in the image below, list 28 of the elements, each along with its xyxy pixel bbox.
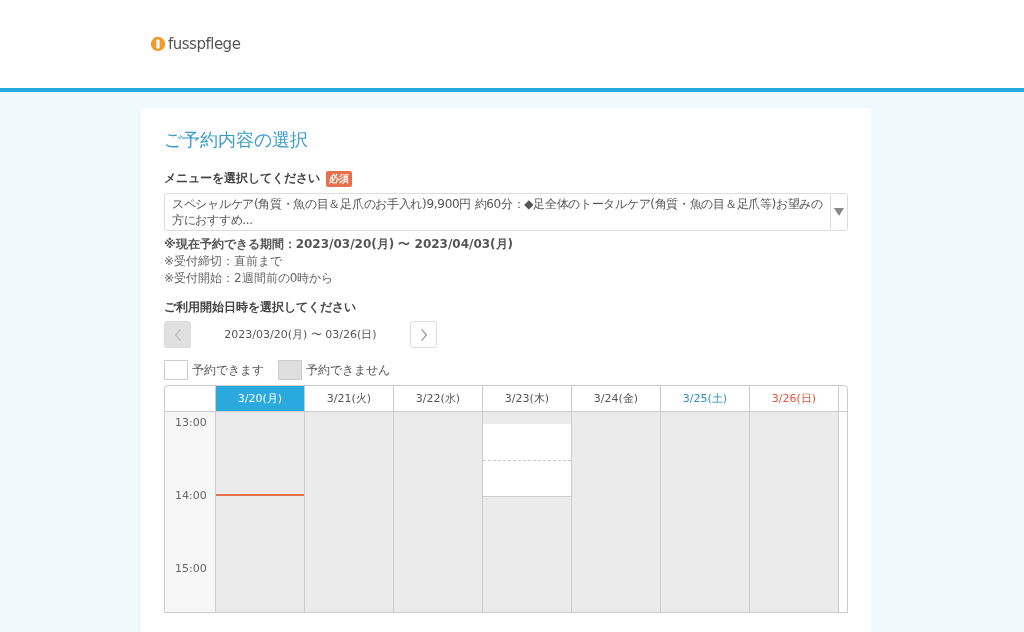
day-header[interactable]: 3/24(金): [572, 386, 661, 411]
time-label: 14:00: [174, 489, 208, 504]
note-text: ※現在予約できる期間：2023/03/20(月) 〜 2023/04/03(月): [164, 236, 515, 253]
menu-select[interactable]: スペシャルケア(角質・魚の目＆足爪のお手入れ)9,900円 約60分：◆足全体のトータルケア(角質・魚の目＆足爪等)お望みの方におすすめ...: [164, 193, 848, 231]
foot-logo-icon: [150, 36, 166, 52]
date-range: 2023/03/20(月) 〜 03/26(日): [223, 327, 378, 342]
available-slot[interactable]: [483, 424, 571, 460]
chevron-left-icon: [173, 327, 182, 342]
available-slot[interactable]: [483, 460, 571, 496]
date-label: ご利用開始日時を選択してください: [164, 299, 357, 316]
legend-label: 予約できません: [306, 361, 390, 379]
day-header[interactable]: 3/26(日): [750, 386, 839, 411]
note-text: ※受付締切：直前まで: [164, 253, 284, 270]
page-title: ご予約内容の選択: [164, 128, 309, 152]
day-header[interactable]: 3/23(木): [483, 386, 572, 411]
next-week-button[interactable]: [410, 321, 437, 348]
required-badge: 必須: [326, 170, 352, 187]
day-header[interactable]: 3/25(土): [661, 386, 750, 411]
time-label: 13:00: [174, 416, 208, 431]
note-text: ※受付開始：2週間前の0時から: [164, 270, 335, 287]
time-label: 15:00: [174, 562, 208, 577]
logo-text[interactable]: fusspflege: [168, 35, 241, 53]
day-header[interactable]: 3/21(火): [305, 386, 394, 411]
legend-label: 予約できます: [192, 361, 264, 379]
chevron-right-icon: [419, 327, 428, 342]
caret-icon: [834, 208, 844, 216]
day-header[interactable]: 3/22(水): [394, 386, 483, 411]
menu-label: メニューを選択してください: [164, 170, 320, 187]
